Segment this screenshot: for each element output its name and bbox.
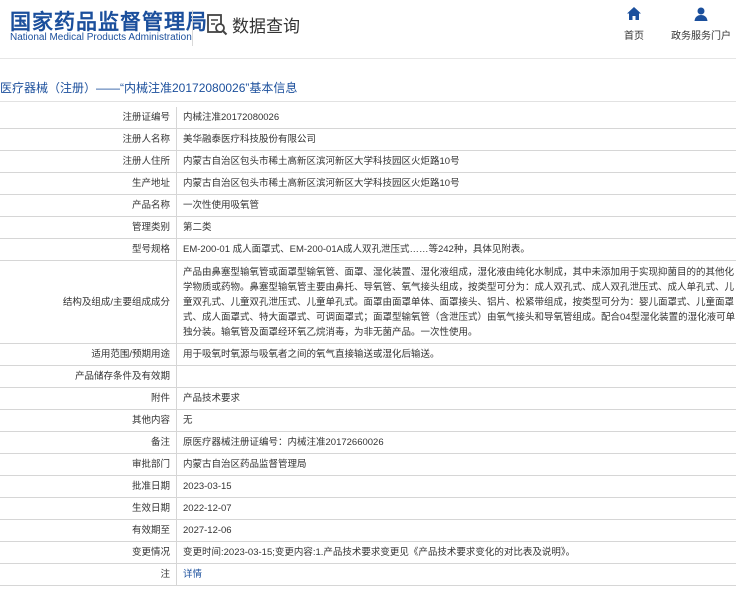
table-row: 结构及组成/主要组成成分 产品由鼻塞型输氧管或面罩型输氧管、面罩、湿化装置、湿化液… [0,260,736,344]
field-label: 产品储存条件及有效期 [0,365,177,388]
nav-home-label: 首页 [624,31,644,42]
field-label: 生产地址 [0,172,177,195]
table-row: 有效期至 2027-12-06 [0,519,736,542]
field-value: 内蒙古自治区药品监督管理局 [176,453,736,476]
field-value: 2027-12-06 [176,519,736,542]
field-value: 美华融泰医疗科技股份有限公司 [176,128,736,151]
record-title-bar: 医疗器械（注册）——“内械注准20172080026”基本信息 [0,73,736,102]
field-value: 产品由鼻塞型输氧管或面罩型输氧管、面罩、湿化装置、湿化液组成，湿化液由纯化水制成… [176,260,736,344]
field-value [176,365,736,388]
nav-service-portal-label: 政务服务门户 [671,31,731,42]
table-row: 批准日期 2023-03-15 [0,475,736,498]
table-row: 注册证编号 内械注准20172080026 [0,107,736,129]
registration-info-table: 注册证编号 内械注准20172080026 注册人名称 美华融泰医疗科技股份有限公司… [0,107,736,586]
field-label: 注册人名称 [0,128,177,151]
data-query-link[interactable]: 数据查询 [206,12,300,37]
nav-service-portal[interactable]: 政务服务门户 [667,6,735,42]
table-row: 型号规格 EM-200-01 成人面罩式、EM-200-01A成人双孔泄压式……等… [0,238,736,261]
nav-home[interactable]: 首页 [599,6,669,42]
table-row: 管理类别 第二类 [0,216,736,239]
table-row: 审批部门 内蒙古自治区药品监督管理局 [0,453,736,476]
field-label: 注册人住所 [0,150,177,173]
table-row: 产品名称 一次性使用吸氧管 [0,194,736,217]
field-label: 变更情况 [0,541,177,564]
table-row: 注详情 [0,563,736,586]
field-label: 附件 [0,387,177,410]
table-row: 附件 产品技术要求 [0,387,736,410]
table-row: 注册人名称 美华融泰医疗科技股份有限公司 [0,128,736,151]
field-label: 有效期至 [0,519,177,542]
field-value: 2022-12-07 [176,497,736,520]
table-row: 注册人住所 内蒙古自治区包头市稀土高新区滨河新区大学科技园区火炬路10号 [0,150,736,173]
field-value: 第二类 [176,216,736,239]
field-label: 适用范围/预期用途 [0,343,177,366]
field-value: 原医疗器械注册证编号：内械注准20172660026 [176,431,736,454]
field-value: 内械注准20172080026 [176,107,736,129]
field-value: 变更时间:2023-03-15;变更内容:1.产品技术要求变更见《产品技术要求变… [176,541,736,564]
page-title: 医疗器械（注册）——“内械注准20172080026”基本信息 [0,81,298,95]
field-value: 用于吸氧时氧源与吸氧者之间的氧气直接输送或湿化后输送。 [176,343,736,366]
details-link[interactable]: 详情 [183,569,202,580]
table-row: 生效日期 2022-12-07 [0,497,736,520]
field-label: 其他内容 [0,409,177,432]
field-value: EM-200-01 成人面罩式、EM-200-01A成人双孔泄压式……等242种… [176,238,736,261]
field-label: 备注 [0,431,177,454]
site-logo-en[interactable]: National Medical Products Administration [10,32,192,43]
field-label: 管理类别 [0,216,177,239]
home-icon [627,7,641,20]
table-row: 备注 原医疗器械注册证编号：内械注准20172660026 [0,431,736,454]
user-icon [694,7,708,21]
field-value: 一次性使用吸氧管 [176,194,736,217]
table-row: 适用范围/预期用途 用于吸氧时氧源与吸氧者之间的氧气直接输送或湿化后输送。 [0,343,736,366]
table-row: 其他内容无 [0,409,736,432]
field-value: 内蒙古自治区包头市稀土高新区滨河新区大学科技园区火炬路10号 [176,172,736,195]
field-label: 型号规格 [0,238,177,261]
field-label: 注 [0,563,177,586]
table-row: 产品储存条件及有效期 [0,365,736,388]
field-value: 无 [176,409,736,432]
field-label: 产品名称 [0,194,177,217]
table-row: 生产地址 内蒙古自治区包头市稀土高新区滨河新区大学科技园区火炬路10号 [0,172,736,195]
field-label: 注册证编号 [0,107,177,129]
data-query-label: 数据查询 [232,17,300,36]
field-value: 产品技术要求 [176,387,736,410]
field-label: 生效日期 [0,497,177,520]
field-label: 结构及组成/主要组成成分 [0,260,177,344]
table-row: 变更情况 变更时间:2023-03-15;变更内容:1.产品技术要求变更见《产品技… [0,541,736,564]
header-divider [192,10,193,46]
field-value: 详情 [176,563,736,586]
site-header: 国家药品监督管理局 National Medical Products Admi… [0,0,736,59]
field-label: 审批部门 [0,453,177,476]
document-search-icon [207,13,228,35]
field-value: 内蒙古自治区包头市稀土高新区滨河新区大学科技园区火炬路10号 [176,150,736,173]
field-value: 2023-03-15 [176,475,736,498]
field-label: 批准日期 [0,475,177,498]
